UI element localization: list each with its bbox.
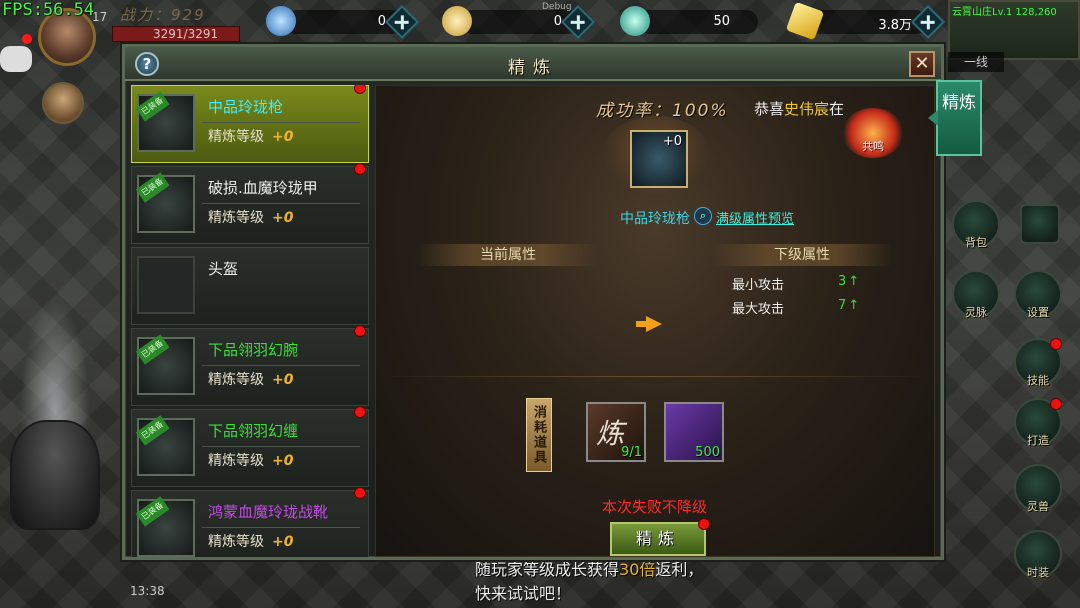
equipment-item[interactable]: 已装备 破损.血魔玲珑甲 精炼等级 +0 xyxy=(131,163,369,244)
equipment-item[interactable]: 已装备 鸿蒙血魔玲珑战靴 精炼等级 +0 xyxy=(131,487,369,557)
refine-stone-icon: 炼 xyxy=(596,417,625,450)
bound-gold-icon xyxy=(266,6,296,36)
consume-items-label: 消耗道具 xyxy=(526,398,552,472)
item-name: 下品翎羽幻缠 xyxy=(208,422,299,440)
item-alert-dot xyxy=(354,406,366,418)
resource-spirit: 50 xyxy=(620,6,770,38)
item-alert-dot xyxy=(354,487,366,499)
item-level: 精炼等级 +0 xyxy=(208,210,294,226)
spear-icon: 已装备 xyxy=(135,91,195,152)
max-level-preview-link[interactable]: ⌕ 满级属性预览 xyxy=(694,207,794,227)
helmet-icon xyxy=(137,256,195,314)
item-level: 精炼等级 +0 xyxy=(208,453,294,469)
upgrade-arrow-icon xyxy=(636,316,662,332)
fail-note: 本次失败不降级 xyxy=(602,498,708,516)
fashion-button[interactable]: 时装 xyxy=(1014,530,1062,579)
attr-value: 3 xyxy=(838,274,859,289)
item-name: 中品玲珑枪 xyxy=(208,98,284,116)
item-level: 精炼等级 +0 xyxy=(208,534,294,550)
item-alert-dot xyxy=(354,85,366,94)
bracer-icon: 已装备 xyxy=(135,334,195,395)
gold-icon xyxy=(442,6,472,36)
power-label: 战力：929 xyxy=(120,6,206,24)
item-alert-dot xyxy=(354,325,366,337)
refine-panel: ? 精炼 ✕ 已装备 中品玲珑枪 精炼等级 +0 已装备 破损.血魔玲珑甲 精炼等… xyxy=(122,44,944,560)
equipment-item[interactable]: 已装备 下品翎羽幻缠 精炼等级 +0 xyxy=(131,406,369,487)
expand-icon[interactable] xyxy=(1020,204,1060,244)
ingot-icon xyxy=(785,1,825,41)
item-alert-dot xyxy=(354,163,366,175)
belt-icon: 已装备 xyxy=(135,415,195,476)
item-name: 头盔 xyxy=(208,260,239,278)
spirit-drop-icon xyxy=(620,6,650,36)
clock: 13:38 xyxy=(130,584,165,598)
resource-ingot: 3.8万 xyxy=(785,1,945,41)
stone-urn xyxy=(10,420,100,530)
refine-detail: 成功率：100% 恭喜史伟宸在 共鸣 +0 中品玲珑枪 ⌕ 满级属性预览 当前属… xyxy=(375,85,935,557)
material-slot[interactable]: 炼 9/1 xyxy=(586,402,646,462)
meridian-button[interactable]: 灵脉 xyxy=(952,270,1000,319)
refine-alert-dot xyxy=(698,518,710,530)
refine-button[interactable]: 精炼 xyxy=(610,518,710,556)
item-name: 下品翎羽幻腕 xyxy=(208,341,299,359)
tab-refine[interactable]: 精炼 xyxy=(928,80,982,156)
attr-label: 最小攻击 xyxy=(732,278,785,293)
next-attributes-header: 下级属性 xyxy=(712,244,892,266)
debug-label: Debug xyxy=(542,2,572,12)
player-level: 17 xyxy=(92,10,108,24)
item-name: 鸿蒙血魔玲珑战靴 xyxy=(208,503,329,521)
item-name: 破损.血魔玲珑甲 xyxy=(208,179,318,197)
boots-icon: 已装备 xyxy=(135,496,195,557)
equipment-item[interactable]: 已装备 下品翎羽幻腕 精炼等级 +0 xyxy=(131,325,369,406)
companion-avatar[interactable] xyxy=(42,82,84,124)
forge-button[interactable]: 打造 xyxy=(1014,398,1062,447)
line-selector[interactable]: 一线 xyxy=(948,52,1004,72)
close-button[interactable]: ✕ xyxy=(909,51,935,77)
hp-bar: 3291/3291 xyxy=(112,26,240,42)
resonance-button[interactable]: 共鸣 xyxy=(842,108,904,158)
panel-title: 精炼 xyxy=(508,58,558,78)
skill-button[interactable]: 技能 xyxy=(1014,338,1062,387)
attr-label: 最大攻击 xyxy=(732,302,785,317)
armor-icon: 已装备 xyxy=(135,172,195,233)
material-slot[interactable]: 500 xyxy=(664,402,724,462)
minimap[interactable]: 云霄山庄Lv.1 128,260 xyxy=(948,0,1080,60)
pet-button[interactable]: 灵兽 xyxy=(1014,464,1062,513)
congrats-message: 恭喜史伟宸在 xyxy=(754,100,845,118)
equipment-item[interactable]: 头盔 xyxy=(131,247,369,325)
resource-bound-gold: 0 xyxy=(266,5,419,39)
notification-dot xyxy=(22,34,32,44)
current-attributes-header: 当前属性 xyxy=(418,244,598,266)
equipment-item[interactable]: 已装备 中品玲珑枪 精炼等级 +0 xyxy=(131,85,369,163)
bag-button[interactable]: 背包 xyxy=(952,200,1000,249)
item-level: 精炼等级 +0 xyxy=(208,129,294,145)
panel-titlebar: ? 精炼 ✕ xyxy=(125,47,941,81)
equipment-list: 已装备 中品玲珑枪 精炼等级 +0 已装备 破损.血魔玲珑甲 精炼等级 +0 头盔 … xyxy=(131,85,369,557)
fps-counter: FPS:56.54 xyxy=(2,0,95,20)
settings-button[interactable]: 设置 xyxy=(1014,270,1062,319)
current-item-spear-icon: +0 xyxy=(630,130,688,188)
hp-text: 3291/3291 xyxy=(153,27,219,41)
magnifier-icon: ⌕ xyxy=(694,207,712,225)
gamepad-icon[interactable] xyxy=(0,46,32,72)
minimap-title: 云霄山庄Lv.1 128,260 xyxy=(952,7,1057,18)
item-level: 精炼等级 +0 xyxy=(208,372,294,388)
current-item-name: 中品玲珑枪 xyxy=(620,211,690,227)
scrolling-message: 随玩家等级成长获得30倍返利，快来试试吧！ xyxy=(475,560,704,603)
attr-value: 7 xyxy=(838,298,859,313)
resource-gold: Debug 0 xyxy=(442,2,595,39)
